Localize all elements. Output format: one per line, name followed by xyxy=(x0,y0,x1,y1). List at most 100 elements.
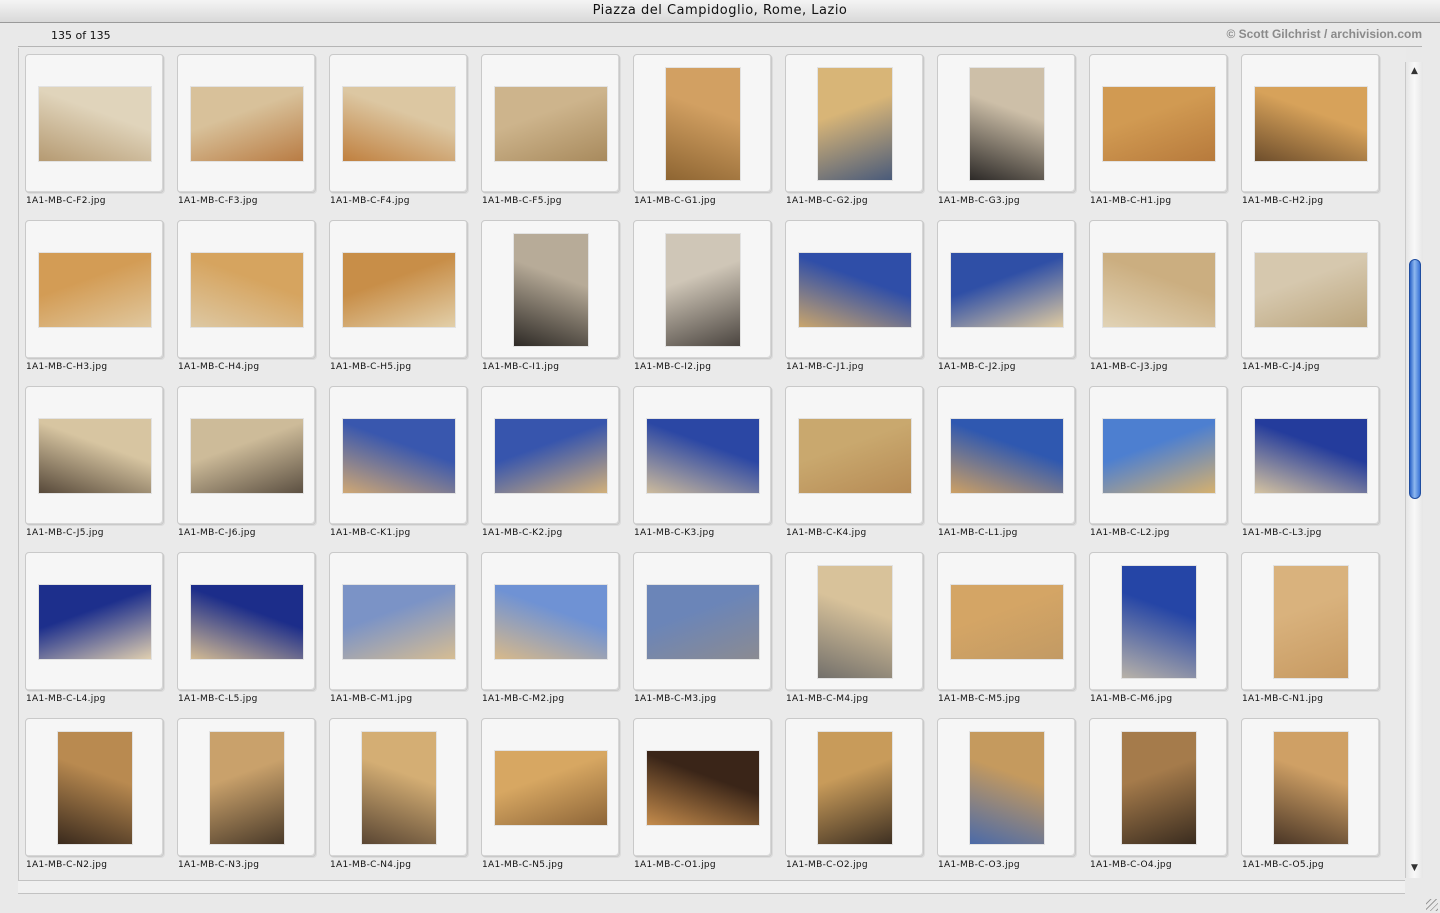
thumbnail-item[interactable]: 1A1-MB-C-O1.jpg xyxy=(633,718,772,880)
slide-frame[interactable] xyxy=(1089,220,1228,359)
thumbnail-item[interactable]: 1A1-MB-C-I2.jpg xyxy=(633,220,772,386)
thumbnail-image[interactable] xyxy=(818,732,892,844)
thumbnail-image[interactable] xyxy=(1255,87,1367,161)
thumbnail-item[interactable]: 1A1-MB-C-H1.jpg xyxy=(1089,54,1228,220)
thumbnail-image[interactable] xyxy=(1274,566,1348,678)
thumbnail-item[interactable]: 1A1-MB-C-J1.jpg xyxy=(785,220,924,386)
slide-frame[interactable] xyxy=(785,552,924,691)
slide-frame[interactable] xyxy=(1241,718,1380,857)
thumbnail-item[interactable]: 1A1-MB-C-N2.jpg xyxy=(25,718,164,880)
thumbnail-image[interactable] xyxy=(647,419,759,493)
thumbnail-image[interactable] xyxy=(647,585,759,659)
thumbnail-item[interactable]: 1A1-MB-C-L5.jpg xyxy=(177,552,316,718)
thumbnail-item[interactable]: 1A1-MB-C-K2.jpg xyxy=(481,386,620,552)
thumbnail-item[interactable]: 1A1-MB-C-K3.jpg xyxy=(633,386,772,552)
thumbnail-image[interactable] xyxy=(495,87,607,161)
slide-frame[interactable] xyxy=(177,220,316,359)
thumbnail-item[interactable]: 1A1-MB-C-I1.jpg xyxy=(481,220,620,386)
slide-frame[interactable] xyxy=(633,386,772,525)
thumbnail-image[interactable] xyxy=(951,419,1063,493)
slide-frame[interactable] xyxy=(481,54,620,193)
slide-frame[interactable] xyxy=(633,220,772,359)
thumbnail-image[interactable] xyxy=(951,585,1063,659)
slide-frame[interactable] xyxy=(785,386,924,525)
thumbnail-item[interactable]: 1A1-MB-C-L3.jpg xyxy=(1241,386,1380,552)
thumbnail-item[interactable]: 1A1-MB-C-H5.jpg xyxy=(329,220,468,386)
thumbnail-item[interactable]: 1A1-MB-C-M4.jpg xyxy=(785,552,924,718)
slide-frame[interactable] xyxy=(481,220,620,359)
window-title-bar[interactable]: Piazza del Campidoglio, Rome, Lazio xyxy=(0,0,1440,23)
thumbnail-image[interactable] xyxy=(495,585,607,659)
slide-frame[interactable] xyxy=(481,718,620,857)
thumbnail-image[interactable] xyxy=(818,68,892,180)
slide-frame[interactable] xyxy=(633,552,772,691)
slide-frame[interactable] xyxy=(1089,552,1228,691)
slide-frame[interactable] xyxy=(481,386,620,525)
thumbnail-image[interactable] xyxy=(970,68,1044,180)
thumbnail-image[interactable] xyxy=(39,419,151,493)
thumbnail-item[interactable]: 1A1-MB-C-N1.jpg xyxy=(1241,552,1380,718)
thumbnail-item[interactable]: 1A1-MB-C-G2.jpg xyxy=(785,54,924,220)
slide-frame[interactable] xyxy=(25,718,164,857)
thumbnail-image[interactable] xyxy=(495,751,607,825)
slide-frame[interactable] xyxy=(1089,54,1228,193)
thumbnail-image[interactable] xyxy=(951,253,1063,327)
thumbnail-image[interactable] xyxy=(191,87,303,161)
thumbnail-item[interactable]: 1A1-MB-C-M2.jpg xyxy=(481,552,620,718)
resize-grip-icon[interactable] xyxy=(1426,899,1438,911)
thumbnail-item[interactable]: 1A1-MB-C-O4.jpg xyxy=(1089,718,1228,880)
thumbnail-image[interactable] xyxy=(210,732,284,844)
slide-frame[interactable] xyxy=(25,220,164,359)
thumbnail-image[interactable] xyxy=(647,751,759,825)
thumbnail-item[interactable]: 1A1-MB-C-F4.jpg xyxy=(329,54,468,220)
thumbnail-image[interactable] xyxy=(1274,732,1348,844)
thumbnail-image[interactable] xyxy=(1122,566,1196,678)
vertical-scrollbar[interactable]: ▲ ▼ xyxy=(1405,62,1423,878)
slide-frame[interactable] xyxy=(785,54,924,193)
slide-frame[interactable] xyxy=(1241,54,1380,193)
scrollbar-thumb[interactable] xyxy=(1409,258,1421,499)
slide-frame[interactable] xyxy=(1241,386,1380,525)
thumbnail-item[interactable]: 1A1-MB-C-J3.jpg xyxy=(1089,220,1228,386)
slide-frame[interactable] xyxy=(785,220,924,359)
thumbnail-item[interactable]: 1A1-MB-C-K4.jpg xyxy=(785,386,924,552)
thumbnail-image[interactable] xyxy=(799,419,911,493)
slide-frame[interactable] xyxy=(329,552,468,691)
thumbnail-image[interactable] xyxy=(818,566,892,678)
thumbnail-image[interactable] xyxy=(799,253,911,327)
slide-frame[interactable] xyxy=(1089,386,1228,525)
thumbnail-image[interactable] xyxy=(666,68,740,180)
thumbnail-item[interactable]: 1A1-MB-C-M6.jpg xyxy=(1089,552,1228,718)
thumbnail-image[interactable] xyxy=(1255,419,1367,493)
thumbnail-item[interactable]: 1A1-MB-C-F2.jpg xyxy=(25,54,164,220)
slide-frame[interactable] xyxy=(481,552,620,691)
slide-frame[interactable] xyxy=(1241,220,1380,359)
thumbnail-item[interactable]: 1A1-MB-C-J5.jpg xyxy=(25,386,164,552)
slide-frame[interactable] xyxy=(785,718,924,857)
slide-frame[interactable] xyxy=(25,386,164,525)
thumbnail-image[interactable] xyxy=(495,419,607,493)
thumbnail-item[interactable]: 1A1-MB-C-O3.jpg xyxy=(937,718,1076,880)
thumbnail-item[interactable]: 1A1-MB-C-O5.jpg xyxy=(1241,718,1380,880)
thumbnail-image[interactable] xyxy=(58,732,132,844)
slide-frame[interactable] xyxy=(177,552,316,691)
thumbnail-item[interactable]: 1A1-MB-C-G3.jpg xyxy=(937,54,1076,220)
thumbnail-image[interactable] xyxy=(970,732,1044,844)
thumbnail-image[interactable] xyxy=(39,253,151,327)
slide-frame[interactable] xyxy=(177,386,316,525)
thumbnail-item[interactable]: 1A1-MB-C-F3.jpg xyxy=(177,54,316,220)
slide-frame[interactable] xyxy=(329,54,468,193)
horizontal-scrollbar[interactable] xyxy=(18,880,1405,894)
thumbnail-image[interactable] xyxy=(1122,732,1196,844)
thumbnail-image[interactable] xyxy=(191,419,303,493)
thumbnail-image[interactable] xyxy=(1103,419,1215,493)
thumbnail-item[interactable]: 1A1-MB-C-J2.jpg xyxy=(937,220,1076,386)
thumbnail-item[interactable]: 1A1-MB-C-N3.jpg xyxy=(177,718,316,880)
thumbnail-item[interactable]: 1A1-MB-C-J4.jpg xyxy=(1241,220,1380,386)
slide-frame[interactable] xyxy=(633,54,772,193)
thumbnail-image[interactable] xyxy=(343,253,455,327)
slide-frame[interactable] xyxy=(937,220,1076,359)
thumbnail-item[interactable]: 1A1-MB-C-L2.jpg xyxy=(1089,386,1228,552)
slide-frame[interactable] xyxy=(329,386,468,525)
slide-frame[interactable] xyxy=(329,220,468,359)
